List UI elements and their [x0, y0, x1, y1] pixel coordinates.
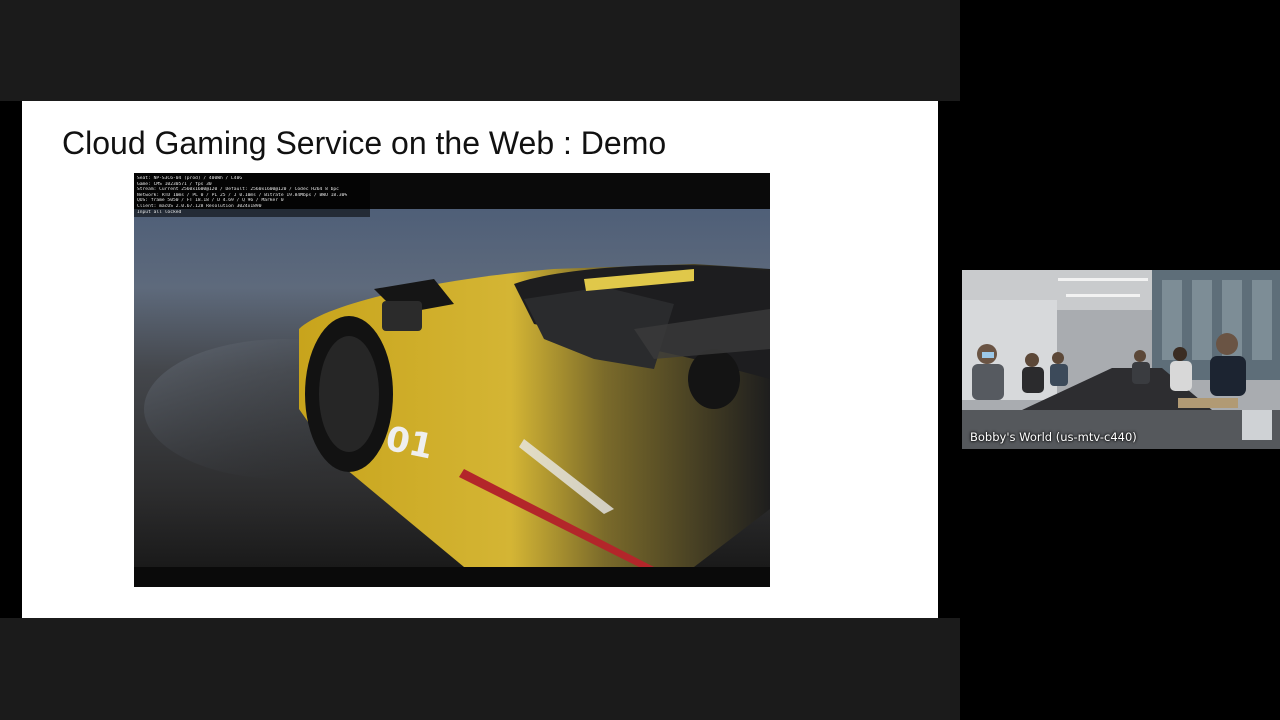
- race-car-scene: 01: [134, 209, 770, 567]
- race-car-image: 01: [144, 264, 770, 567]
- bottom-letterbox: [0, 618, 960, 720]
- participant-video-tile[interactable]: Bobby's World (us-mtv-c440): [962, 270, 1280, 449]
- stream-stats-overlay: Seat: NP-S3C6-04 (prod) / 400Wh / L40G G…: [134, 173, 370, 218]
- stats-line: Input all locked: [137, 209, 182, 215]
- shared-slide: Cloud Gaming Service on the Web : Demo 0…: [22, 101, 938, 618]
- top-letterbox: [0, 0, 960, 101]
- slide-title: Cloud Gaming Service on the Web : Demo: [62, 125, 667, 161]
- conference-room-image: [962, 270, 1280, 449]
- participant-name-label: Bobby's World (us-mtv-c440): [970, 430, 1137, 444]
- stats-line: Stream: Current 2560x1600@120 / Default:…: [137, 187, 339, 193]
- demo-video: 01 Seat: NP-S3C6-04 (prod) / 400Wh / L40…: [134, 173, 770, 587]
- meeting-stage: Cloud Gaming Service on the Web : Demo 0…: [0, 0, 1280, 720]
